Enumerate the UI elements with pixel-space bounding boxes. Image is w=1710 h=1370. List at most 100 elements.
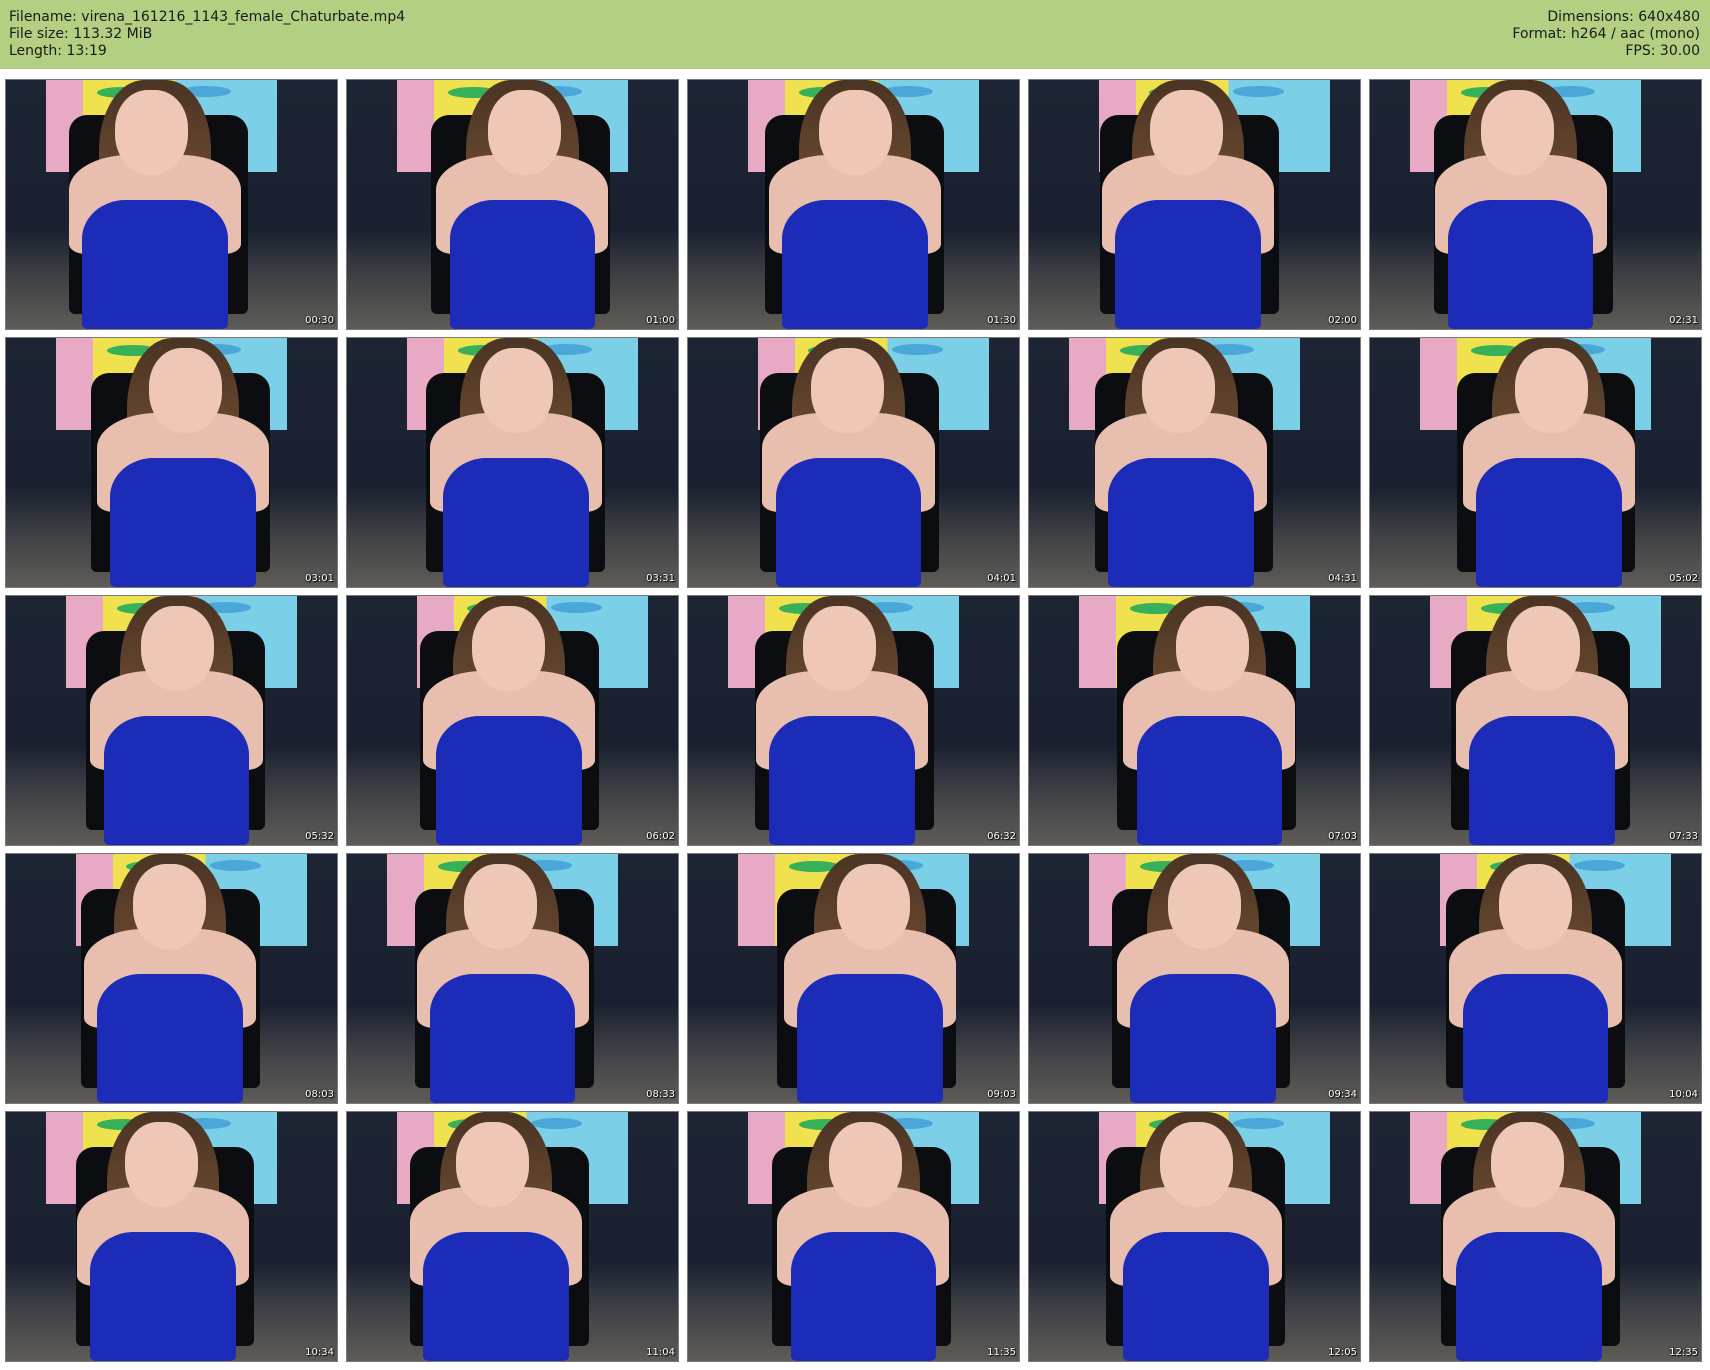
video-thumbnail[interactable]: 05:02: [1369, 337, 1702, 588]
fps-text: FPS: 30.00: [1625, 43, 1700, 59]
timestamp-label: 05:32: [305, 831, 334, 842]
video-thumbnail[interactable]: 07:03: [1028, 595, 1361, 846]
dress-shape: [797, 973, 943, 1103]
video-thumbnail[interactable]: 10:34: [5, 1111, 338, 1362]
video-thumbnail[interactable]: 09:34: [1028, 853, 1361, 1104]
timestamp-label: 02:00: [1328, 315, 1357, 326]
dress-shape: [1469, 715, 1615, 845]
timestamp-label: 10:34: [305, 1347, 334, 1358]
video-thumbnail[interactable]: 07:33: [1369, 595, 1702, 846]
timestamp-label: 12:35: [1669, 1347, 1698, 1358]
dress-shape: [1136, 715, 1283, 845]
frame-image: [1029, 1112, 1360, 1361]
video-thumbnail[interactable]: 04:31: [1028, 337, 1361, 588]
video-thumbnail[interactable]: 04:01: [687, 337, 1020, 588]
face-shape: [115, 89, 189, 175]
video-thumbnail[interactable]: 08:33: [346, 853, 679, 1104]
face-shape: [148, 347, 222, 433]
frame-image: [1029, 854, 1360, 1103]
face-shape: [1491, 1121, 1564, 1207]
dress-shape: [1123, 1231, 1269, 1361]
timestamp-label: 06:02: [646, 831, 675, 842]
format-text: Format: h264 / aac (mono): [1512, 26, 1700, 42]
frame-image: [347, 854, 678, 1103]
dress-shape: [1447, 199, 1594, 329]
face-shape: [488, 89, 561, 175]
frame-image: [688, 80, 1019, 329]
video-thumbnail[interactable]: 12:35: [1369, 1111, 1702, 1362]
video-thumbnail[interactable]: 01:00: [346, 79, 679, 330]
dress-shape: [1462, 973, 1609, 1103]
dress-shape: [423, 1231, 569, 1361]
dress-shape: [103, 715, 250, 845]
video-thumbnail[interactable]: 12:05: [1028, 1111, 1361, 1362]
video-thumbnail[interactable]: 11:04: [346, 1111, 679, 1362]
video-thumbnail[interactable]: 06:32: [687, 595, 1020, 846]
dress-shape: [782, 199, 928, 329]
timestamp-label: 06:32: [987, 831, 1016, 842]
video-thumbnail[interactable]: 02:00: [1028, 79, 1361, 330]
face-shape: [1481, 89, 1555, 175]
timestamp-label: 11:35: [987, 1347, 1016, 1358]
face-shape: [464, 863, 537, 949]
video-thumbnail[interactable]: 00:30: [5, 79, 338, 330]
face-shape: [819, 89, 892, 175]
face-shape: [472, 605, 545, 691]
info-header: Filename: virena_161216_1143_female_Chat…: [0, 0, 1710, 69]
dress-shape: [449, 199, 596, 329]
frame-image: [688, 854, 1019, 1103]
timestamp-label: 09:34: [1328, 1089, 1357, 1100]
frame-image: [1370, 80, 1701, 329]
filename-text: Filename: virena_161216_1143_female_Chat…: [9, 9, 406, 25]
face-shape: [1514, 347, 1588, 433]
frame-image: [688, 1112, 1019, 1361]
frame-image: [347, 1112, 678, 1361]
video-thumbnail[interactable]: 08:03: [5, 853, 338, 1104]
timestamp-label: 07:03: [1328, 831, 1357, 842]
dress-shape: [1115, 199, 1261, 329]
frame-image: [1370, 854, 1701, 1103]
video-thumbnail[interactable]: 01:30: [687, 79, 1020, 330]
face-shape: [141, 605, 214, 691]
timestamp-label: 05:02: [1669, 573, 1698, 584]
dress-shape: [1108, 457, 1255, 587]
dimensions-text: Dimensions: 640x480: [1547, 9, 1700, 25]
face-shape: [1499, 863, 1572, 949]
video-thumbnail[interactable]: 09:03: [687, 853, 1020, 1104]
face-shape: [803, 605, 876, 691]
video-thumbnail[interactable]: 11:35: [687, 1111, 1020, 1362]
thumbnail-grid: 00:30 01:00 01:30 02:00 02:31 03:01 03:31 04:01…: [0, 69, 1710, 1370]
frame-image: [6, 596, 337, 845]
timestamp-label: 03:01: [305, 573, 334, 584]
lips-graphic: [1573, 859, 1625, 871]
face-shape: [836, 863, 910, 949]
frame-image: [1029, 596, 1360, 845]
lips-graphic: [891, 343, 943, 355]
video-thumbnail[interactable]: 10:04: [1369, 853, 1702, 1104]
face-shape: [125, 1121, 198, 1207]
video-thumbnail[interactable]: 02:31: [1369, 79, 1702, 330]
face-shape: [1150, 89, 1223, 175]
frame-image: [1370, 1112, 1701, 1361]
video-thumbnail[interactable]: 06:02: [346, 595, 679, 846]
video-thumbnail[interactable]: 05:32: [5, 595, 338, 846]
timestamp-label: 07:33: [1669, 831, 1698, 842]
dress-shape: [436, 715, 582, 845]
frame-image: [347, 596, 678, 845]
face-shape: [133, 863, 206, 949]
face-shape: [1507, 605, 1580, 691]
dress-shape: [1475, 457, 1622, 587]
dress-shape: [1129, 973, 1276, 1103]
frame-image: [1370, 596, 1701, 845]
video-thumbnail[interactable]: 03:31: [346, 337, 679, 588]
dress-shape: [775, 457, 922, 587]
lips-graphic: [550, 601, 602, 613]
frame-image: [6, 80, 337, 329]
dress-shape: [429, 973, 576, 1103]
timestamp-label: 04:01: [987, 573, 1016, 584]
face-shape: [480, 347, 553, 433]
timestamp-label: 02:31: [1669, 315, 1698, 326]
dress-shape: [97, 973, 243, 1103]
video-thumbnail[interactable]: 03:01: [5, 337, 338, 588]
dress-shape: [769, 715, 915, 845]
